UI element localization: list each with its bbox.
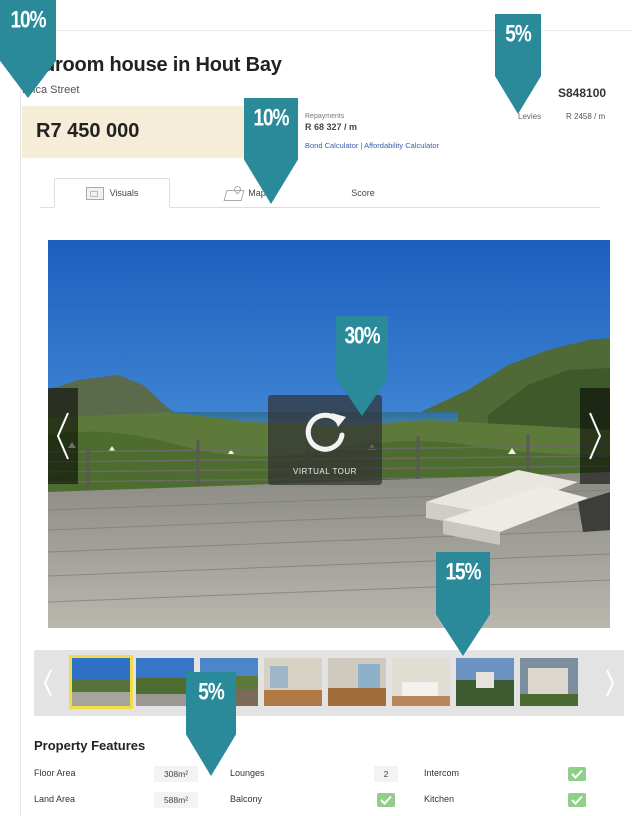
feature-value: 308m² (154, 766, 198, 782)
thumbnail-4[interactable] (264, 658, 322, 706)
virtual-tour-label: VIRTUAL TOUR (293, 467, 357, 476)
thumbnails-next-button[interactable] (596, 650, 624, 716)
link-separator: | (360, 141, 363, 150)
price-box: R7 450 000 (22, 106, 272, 158)
chevron-left-icon (56, 412, 69, 460)
thumbnail-image (264, 658, 322, 706)
attention-marker: 5% (186, 672, 236, 776)
chevron-right-icon (589, 412, 602, 460)
feature-value: 588m² (154, 792, 198, 808)
tab-visuals-label: Visuals (109, 188, 139, 198)
bond-calculator-link[interactable]: Bond Calculator (305, 141, 358, 150)
feature-label: Balcony (230, 794, 263, 804)
feature-row (34, 764, 624, 784)
levies-label: Levies (518, 112, 542, 121)
repayments-label: Repayments (305, 113, 345, 120)
thumbnail-strip (34, 650, 624, 716)
media-tabs: Visuals Map Score (40, 178, 600, 208)
prev-photo-button[interactable] (48, 388, 78, 484)
thumbnail-image (392, 658, 450, 706)
repayments-value: R 68 327 / m (305, 122, 358, 132)
attention-marker: 15% (436, 552, 490, 656)
thumbnail-6[interactable] (392, 658, 450, 706)
features-heading: Property Features (34, 738, 146, 753)
listing-title: bedroom house in Hout Bay (20, 54, 282, 76)
feature-row (34, 790, 624, 810)
thumbnail-1[interactable] (69, 655, 133, 709)
thumbnail-5[interactable] (328, 658, 386, 706)
chevron-left-icon (43, 669, 52, 697)
thumbnail-2[interactable] (136, 658, 194, 706)
check-icon (568, 767, 586, 781)
marker-label: 15% (445, 559, 481, 586)
thumbnail-image (136, 658, 194, 706)
levies-value: R 2458 / m (566, 112, 606, 121)
check-icon (377, 793, 395, 807)
check-icon (568, 793, 586, 807)
marker-label: 5% (505, 21, 531, 48)
thumbnail-7[interactable] (456, 658, 514, 706)
map-icon (224, 186, 242, 200)
thumbnail-image (520, 658, 578, 706)
marker-label: 5% (198, 679, 224, 706)
affordability-calculator-link[interactable]: Affordability Calculator (364, 141, 439, 150)
feature-label: Lounges (230, 768, 265, 778)
feature-label: Intercom (424, 768, 460, 778)
thumbnails-prev-button[interactable] (34, 650, 62, 716)
calculator-links: Bond Calculator | Affordability Calculat… (305, 141, 439, 150)
feature-value: 2 (374, 766, 398, 782)
feature-label: Land Area (34, 794, 76, 804)
marker-label: 10% (253, 105, 289, 132)
attention-marker: 5% (495, 14, 541, 114)
chevron-right-icon (606, 669, 615, 697)
tab-score[interactable]: Score (308, 178, 418, 208)
thumbnail-8[interactable] (520, 658, 578, 706)
photo-icon (85, 186, 104, 200)
listing-price: R7 450 000 (36, 120, 140, 142)
feature-label: Kitchen (424, 794, 455, 804)
thumbnail-image (328, 658, 386, 706)
page-frame-left (20, 30, 21, 816)
marker-label: 10% (10, 7, 46, 34)
feature-label: Floor Area (34, 768, 76, 778)
listing-reference: S848100 (558, 86, 607, 100)
thumbnail-image (72, 658, 130, 706)
tab-score-label: Score (351, 188, 375, 198)
next-photo-button[interactable] (580, 388, 610, 484)
thumbnail-image (456, 658, 514, 706)
tab-visuals[interactable]: Visuals (54, 178, 170, 208)
marker-label: 30% (344, 323, 380, 350)
